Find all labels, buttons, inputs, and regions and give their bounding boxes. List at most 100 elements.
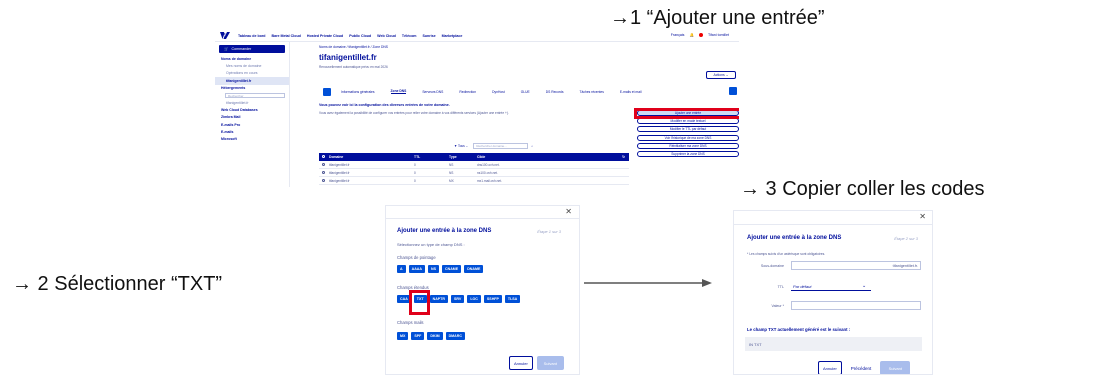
value-label: Valeur * (771, 304, 784, 308)
table-cell: tifanigentillet.fr (329, 162, 350, 167)
tab-item[interactable]: Tâches récentes (580, 90, 604, 94)
sidebar-item[interactable]: tifanigentillet.fr (215, 77, 289, 85)
next-button[interactable]: Suivant (536, 356, 564, 370)
table-row[interactable]: tifanigentillet.fr 0 MX mx1.mail.ovh.net. (319, 177, 629, 185)
tab-item[interactable]: Informations générales (341, 90, 375, 94)
cancel-button[interactable]: Annuler (818, 361, 842, 374)
record-type-chip-srv[interactable]: SRV (450, 295, 465, 303)
top-nav-link[interactable]: Tableau de bord (238, 34, 266, 38)
close-icon[interactable]: ✕ (919, 212, 926, 221)
record-type-chip-dname[interactable]: DNAME (464, 265, 484, 273)
filter-select[interactable]: Tous (458, 144, 465, 148)
record-type-chip-ns[interactable]: NS (428, 265, 439, 273)
value-input[interactable] (791, 301, 921, 310)
record-type-chip-cname[interactable]: CNAME (442, 265, 462, 273)
sidebar-search-input[interactable]: Rechercher (225, 92, 285, 98)
record-type-chip-dkim[interactable]: DKIM (427, 332, 443, 340)
cart-icon: 🛒 (224, 47, 229, 51)
dns-action-button[interactable]: Réinitialiser ma zone DNS (637, 142, 739, 149)
tab-item[interactable]: DynHost (492, 90, 505, 94)
col-ttl: TTL (414, 155, 421, 159)
search-input[interactable]: Rechercher domaine... (473, 143, 529, 149)
dns-records-table: Domaine TTL Type Cible ↻ tifanigentillet… (319, 153, 629, 185)
ovh-logo-icon (220, 32, 230, 39)
top-nav-link[interactable]: Web Cloud (377, 34, 396, 38)
top-nav-link[interactable]: Bare Metal Cloud (272, 34, 301, 38)
table-cell: tifanigentillet.fr (329, 170, 350, 175)
record-type-chip-mx[interactable]: MX (397, 332, 409, 340)
annotation-step1: →1 “Ajouter une entrée” (610, 7, 825, 29)
top-nav-link[interactable]: Public Cloud (349, 34, 371, 38)
sidebar-item[interactable]: tifanigentillet.fr (215, 99, 289, 106)
tab-item[interactable]: DS Records (546, 90, 564, 94)
tab-item[interactable]: E-mails et mail (620, 90, 642, 94)
sidebar-item[interactable]: Mes noms de domaine (215, 62, 289, 69)
previous-button[interactable]: Précédent (846, 366, 877, 371)
table-cell: ns100.ovh.net. (477, 170, 498, 175)
alert-badge (698, 33, 703, 37)
language-select[interactable]: Français (671, 33, 685, 37)
tab-item[interactable]: Zone DNS (390, 89, 407, 94)
top-nav-link[interactable]: Hosted Private Cloud (307, 34, 343, 38)
actions-button[interactable]: Actions ⌄ (706, 71, 736, 79)
top-nav-link[interactable]: Marketplace (442, 34, 463, 38)
tab-item[interactable]: Serveurs DNS (422, 90, 443, 94)
sidebar-item[interactable]: E-mails (215, 128, 289, 135)
table-cell: 0 (414, 162, 416, 167)
refresh-icon[interactable]: ↻ (622, 155, 625, 159)
record-type-chip-spf[interactable]: SPF (411, 332, 425, 340)
search-icon[interactable]: ⌕ (531, 144, 533, 148)
record-type-chip-a[interactable]: A (397, 265, 406, 273)
sidebar-item[interactable]: Hébergements (215, 85, 289, 92)
annotation-step3: → 3 Copier coller les codes (740, 178, 985, 200)
chevron-down-icon: ⌄ (862, 283, 867, 289)
order-button[interactable]: 🛒 Commander (219, 45, 285, 53)
sidebar-item[interactable]: Zimbra Mail (215, 114, 289, 121)
record-type-chip-tlsa[interactable]: TLSA (504, 295, 521, 303)
sidebar-item[interactable]: E-mails Pro (215, 121, 289, 128)
top-nav-link[interactable]: Sunrise (422, 34, 435, 38)
record-type-chip-aaaa[interactable]: AAAA (408, 265, 425, 273)
breadcrumb[interactable]: Noms de domaine / tifanigentillet.fr / Z… (319, 45, 388, 49)
current-txt-value: IN TXT (745, 337, 922, 351)
arrow-right-icon (584, 279, 712, 287)
dns-action-button[interactable]: Voir l'historique de ma zone DNS (637, 134, 739, 141)
dns-action-button[interactable]: Modifier le TTL par défaut (637, 126, 739, 133)
tab-back-icon[interactable] (323, 87, 331, 96)
pointing-chips: A AAAA NS CNAME DNAME (397, 265, 484, 273)
table-row[interactable]: tifanigentillet.fr 0 NS dns100.ovh.net. (319, 161, 629, 169)
close-icon[interactable]: ✕ (565, 207, 572, 216)
record-type-chip-naptr[interactable]: NAPTR (429, 295, 448, 303)
select-all-checkbox[interactable] (322, 155, 325, 158)
top-nav-link[interactable]: Télécom (402, 34, 417, 38)
table-row[interactable]: tifanigentillet.fr 0 NS ns100.ovh.net. (319, 169, 629, 177)
notifications-icon[interactable]: 🔔 (689, 33, 693, 37)
row-checkbox[interactable] (322, 178, 325, 182)
sidebar-item[interactable]: Microsoft (215, 136, 289, 143)
form-title: Ajouter une entrée à la zone DNS (747, 235, 842, 241)
ttl-select[interactable]: Par défaut (791, 282, 871, 291)
table-cell: MX (449, 178, 454, 183)
dns-action-button[interactable]: Modifier en mode textuel (637, 118, 739, 125)
tab-item[interactable]: GLUE (521, 90, 530, 94)
sidebar-item[interactable]: Opérations en cours (215, 70, 289, 77)
sidebar-item[interactable]: Web Cloud Databases (215, 106, 289, 113)
ttl-label: TTL (777, 285, 784, 289)
dns-zone-page: Tableau de bord Bare Metal Cloud Hosted Pr… (215, 30, 739, 187)
dns-action-button[interactable]: Supprimer la zone DNS (637, 150, 739, 157)
record-type-chip-dmarc[interactable]: DMARC (445, 332, 465, 340)
subdomain-input[interactable]: tifanigentillet.fr. (791, 261, 921, 270)
table-cell: mx1.mail.ovh.net. (477, 178, 502, 183)
record-type-chip-loc[interactable]: LOC (467, 295, 481, 303)
cancel-button[interactable]: Annuler (509, 356, 533, 370)
user-menu[interactable]: Tifani tomillet (708, 33, 729, 37)
row-checkbox[interactable] (322, 170, 325, 174)
tab-item[interactable]: Redirection (459, 90, 476, 94)
record-type-chip-sshfp[interactable]: SSHFP (483, 295, 502, 303)
row-checkbox[interactable] (322, 162, 325, 166)
next-button[interactable]: Suivant (880, 361, 911, 374)
dialog-subtitle: Sélectionnez un type de champ DNS : (397, 242, 465, 247)
sidebar-item[interactable]: Noms de domaine (215, 55, 289, 62)
main-content: Noms de domaine / tifanigentillet.fr / Z… (319, 42, 739, 187)
tab-more-icon[interactable] (729, 87, 737, 95)
